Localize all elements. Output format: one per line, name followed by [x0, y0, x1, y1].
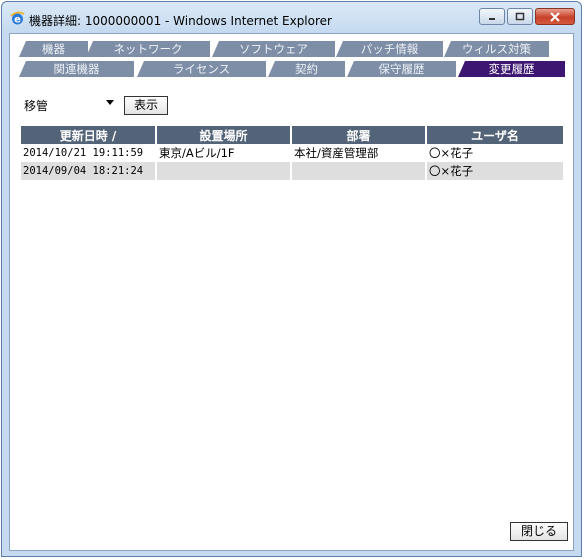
tab-software[interactable]: ソフトウェア	[212, 41, 335, 57]
tab-contract[interactable]: 契約	[268, 61, 345, 77]
svg-text:e: e	[14, 15, 21, 26]
tabs-row-bottom: 関連機器 ライセンス 契約 保守履歴 変更履歴	[19, 61, 565, 77]
cell-updated-at: 2014/09/04 18:21:24	[21, 162, 157, 180]
show-button[interactable]: 表示	[124, 96, 168, 115]
change-type-value: 移管	[24, 99, 49, 113]
change-history-table: 更新日時 / 設置場所 部署 ユーザ名 2014/10/21 19:11:59 …	[21, 126, 563, 180]
column-header-department[interactable]: 部署	[291, 126, 427, 144]
maximize-button[interactable]	[507, 8, 533, 25]
browser-window: e 機器詳細: 1000000001 - Windows Internet Ex…	[1, 1, 582, 557]
title-bar: e 機器詳細: 1000000001 - Windows Internet Ex…	[2, 2, 581, 34]
column-header-updated-at[interactable]: 更新日時 /	[21, 126, 157, 144]
cell-location	[156, 162, 292, 180]
cell-user-name: 〇×花子	[426, 162, 563, 180]
table-header-row: 更新日時 / 設置場所 部署 ユーザ名	[21, 126, 563, 144]
column-header-location[interactable]: 設置場所	[156, 126, 292, 144]
table-row: 2014/09/04 18:21:24 〇×花子	[21, 162, 563, 180]
tab-patch-info[interactable]: パッチ情報	[336, 41, 443, 57]
tab-change-history[interactable]: 変更履歴	[458, 61, 565, 77]
minimize-icon	[489, 17, 495, 20]
tab-device[interactable]: 機器	[19, 41, 88, 57]
ie-icon: e	[10, 11, 25, 26]
tab-license[interactable]: ライセンス	[137, 61, 266, 77]
page-content: 機器 ネットワーク ソフトウェア パッチ情報 ウィルス対策 関連機器 ライセンス…	[9, 33, 574, 551]
window-controls	[479, 8, 575, 25]
tab-maintenance-history[interactable]: 保守履歴	[347, 61, 456, 77]
tab-antivirus[interactable]: ウィルス対策	[444, 41, 549, 57]
table-row: 2014/10/21 19:11:59 東京/Aビル/1F 本社/資産管理部 〇…	[21, 144, 563, 162]
column-header-user-name[interactable]: ユーザ名	[426, 126, 563, 144]
tab-network[interactable]: ネットワーク	[86, 41, 210, 57]
close-window-button[interactable]	[535, 8, 575, 25]
minimize-button[interactable]	[479, 8, 505, 25]
chevron-down-icon	[106, 100, 114, 105]
cell-location: 東京/Aビル/1F	[156, 144, 292, 162]
cell-user-name: 〇×花子	[426, 144, 563, 162]
cell-department	[291, 162, 427, 180]
cell-updated-at: 2014/10/21 19:11:59	[21, 144, 157, 162]
maximize-icon	[515, 12, 525, 20]
close-button[interactable]: 閉じる	[510, 522, 568, 541]
cell-department: 本社/資産管理部	[291, 144, 427, 162]
tabs-row-top: 機器 ネットワーク ソフトウェア パッチ情報 ウィルス対策	[19, 41, 549, 57]
tab-related-devices[interactable]: 関連機器	[19, 61, 134, 77]
close-icon	[550, 11, 560, 22]
window-title: 機器詳細: 1000000001 - Windows Internet Expl…	[29, 14, 332, 28]
change-type-select[interactable]: 移管	[22, 96, 116, 114]
